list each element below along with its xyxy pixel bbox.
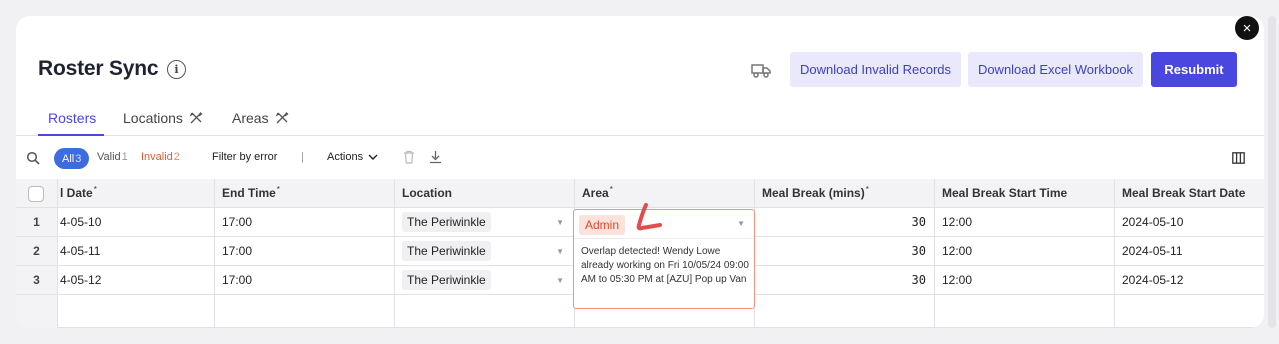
row-number: 2	[16, 237, 58, 266]
tab-locations[interactable]: Locations	[123, 110, 203, 126]
required-marker: *	[609, 185, 613, 194]
cell-meal-break-mins[interactable]: 30	[755, 237, 935, 266]
trash-icon[interactable]	[403, 150, 415, 164]
header-end-time[interactable]: End Time *	[215, 179, 395, 208]
header-label: Meal Break Start Time	[942, 186, 1068, 200]
header-meal-break-mins[interactable]: Meal Break (mins) *	[755, 179, 935, 208]
cell-end-time[interactable]: 17:00	[215, 237, 395, 266]
cell-location[interactable]: The Periwinkle ▼	[395, 208, 575, 237]
tab-label: Areas	[232, 110, 269, 126]
required-marker: *	[276, 185, 280, 194]
empty-cell	[1115, 295, 1264, 328]
download-excel-workbook-button[interactable]: Download Excel Workbook	[968, 52, 1143, 87]
invalid-count: 2	[173, 151, 180, 163]
header-label: l Date	[60, 186, 93, 200]
active-tab-indicator	[38, 134, 104, 136]
download-invalid-records-button[interactable]: Download Invalid Records	[790, 52, 961, 87]
roster-sync-modal: Roster Sync i Download Invalid Records D…	[16, 16, 1264, 328]
tab-label: Rosters	[48, 110, 97, 126]
search-icon[interactable]	[26, 151, 40, 165]
all-label: All	[62, 152, 75, 165]
cell-meal-break-mins[interactable]: 30	[755, 266, 935, 295]
valid-label: Valid	[97, 151, 121, 163]
cell-end-time[interactable]: 17:00	[215, 208, 395, 237]
cell-end-time[interactable]: 17:00	[215, 266, 395, 295]
empty-cell	[215, 295, 395, 328]
close-icon: ×	[1242, 19, 1252, 37]
header-meal-break-start-date[interactable]: Meal Break Start Date	[1115, 179, 1264, 208]
actions-label: Actions	[327, 151, 364, 163]
location-pill: The Periwinkle	[402, 270, 491, 290]
tab-areas[interactable]: Areas	[232, 110, 289, 126]
all-count: 3	[75, 152, 82, 165]
grid-toolbar: All 3 Valid 1 Invalid 2 Filter by error …	[16, 137, 1264, 179]
required-marker: *	[865, 185, 869, 194]
tab-label: Locations	[123, 110, 183, 126]
cell-meal-break-start-date[interactable]: 2024-05-12	[1115, 266, 1264, 295]
area-tag-invalid[interactable]: Admin	[579, 215, 626, 235]
caret-down-icon: ▼	[556, 246, 564, 256]
empty-cell	[755, 295, 935, 328]
caret-down-icon: ▼	[556, 275, 564, 285]
toolbar-separator: |	[301, 151, 304, 163]
area-cell-editor[interactable]: Admin ▼ Overlap detected! Wendy Lowe alr…	[573, 209, 755, 309]
chevron-down-icon	[368, 154, 378, 160]
invalid-label: Invalid	[141, 151, 173, 163]
filter-valid-chip[interactable]: Valid 1	[97, 151, 128, 163]
actions-dropdown[interactable]: Actions	[327, 151, 378, 163]
divider	[574, 238, 754, 239]
cell-location[interactable]: The Periwinkle ▼	[395, 266, 575, 295]
tools-icon	[275, 112, 289, 124]
header-select-all	[16, 179, 58, 208]
filter-invalid-chip[interactable]: Invalid 2	[141, 151, 180, 163]
caret-down-icon[interactable]: ▼	[737, 219, 745, 228]
resubmit-button[interactable]: Resubmit	[1151, 52, 1237, 87]
row-number-empty	[16, 295, 58, 328]
required-marker: *	[93, 185, 97, 194]
select-all-checkbox[interactable]	[28, 186, 44, 202]
header-label: End Time	[222, 186, 276, 200]
filter-all-chip[interactable]: All 3	[54, 148, 90, 169]
header-label: Location	[402, 186, 452, 200]
location-pill: The Periwinkle	[402, 241, 491, 261]
tools-icon	[189, 112, 203, 124]
columns-icon[interactable]	[1232, 152, 1245, 164]
info-icon[interactable]: i	[167, 60, 186, 79]
empty-cell	[395, 295, 575, 328]
truck-icon[interactable]	[751, 61, 771, 79]
row-number: 1	[16, 208, 58, 237]
cell-start-date[interactable]: 4-05-10	[58, 208, 215, 237]
valid-count: 1	[121, 151, 128, 163]
header-area[interactable]: Area *	[575, 179, 755, 208]
header-meal-break-start-time[interactable]: Meal Break Start Time	[935, 179, 1115, 208]
cell-meal-break-mins[interactable]: 30	[755, 208, 935, 237]
row-number: 3	[16, 266, 58, 295]
cell-meal-break-start-time[interactable]: 12:00	[935, 266, 1115, 295]
header-label: Meal Break Start Date	[1122, 186, 1246, 200]
tab-rosters[interactable]: Rosters	[48, 110, 96, 126]
cell-meal-break-start-time[interactable]: 12:00	[935, 208, 1115, 237]
cell-start-date[interactable]: 4-05-11	[58, 237, 215, 266]
scrollbar[interactable]	[1268, 16, 1276, 328]
header-start-date[interactable]: l Date *	[58, 179, 215, 208]
validation-error-message: Overlap detected! Wendy Lowe already wor…	[581, 246, 749, 285]
download-icon[interactable]	[429, 150, 442, 164]
cell-meal-break-start-date[interactable]: 2024-05-10	[1115, 208, 1264, 237]
annotation-checkmark-icon	[636, 203, 662, 231]
cell-location[interactable]: The Periwinkle ▼	[395, 237, 575, 266]
page-title: Roster Sync	[38, 57, 159, 80]
tab-bar: Rosters Locations Areas	[16, 104, 1264, 136]
close-button[interactable]: ×	[1235, 16, 1259, 40]
cell-meal-break-start-date[interactable]: 2024-05-11	[1115, 237, 1264, 266]
caret-down-icon: ▼	[556, 217, 564, 227]
filter-by-error-button[interactable]: Filter by error	[212, 151, 277, 163]
cell-meal-break-start-time[interactable]: 12:00	[935, 237, 1115, 266]
cell-start-date[interactable]: 4-05-12	[58, 266, 215, 295]
header-location[interactable]: Location	[395, 179, 575, 208]
empty-cell	[58, 295, 215, 328]
empty-cell	[935, 295, 1115, 328]
header-label: Area	[582, 186, 609, 200]
header-label: Meal Break (mins)	[762, 186, 865, 200]
location-pill: The Periwinkle	[402, 212, 491, 232]
